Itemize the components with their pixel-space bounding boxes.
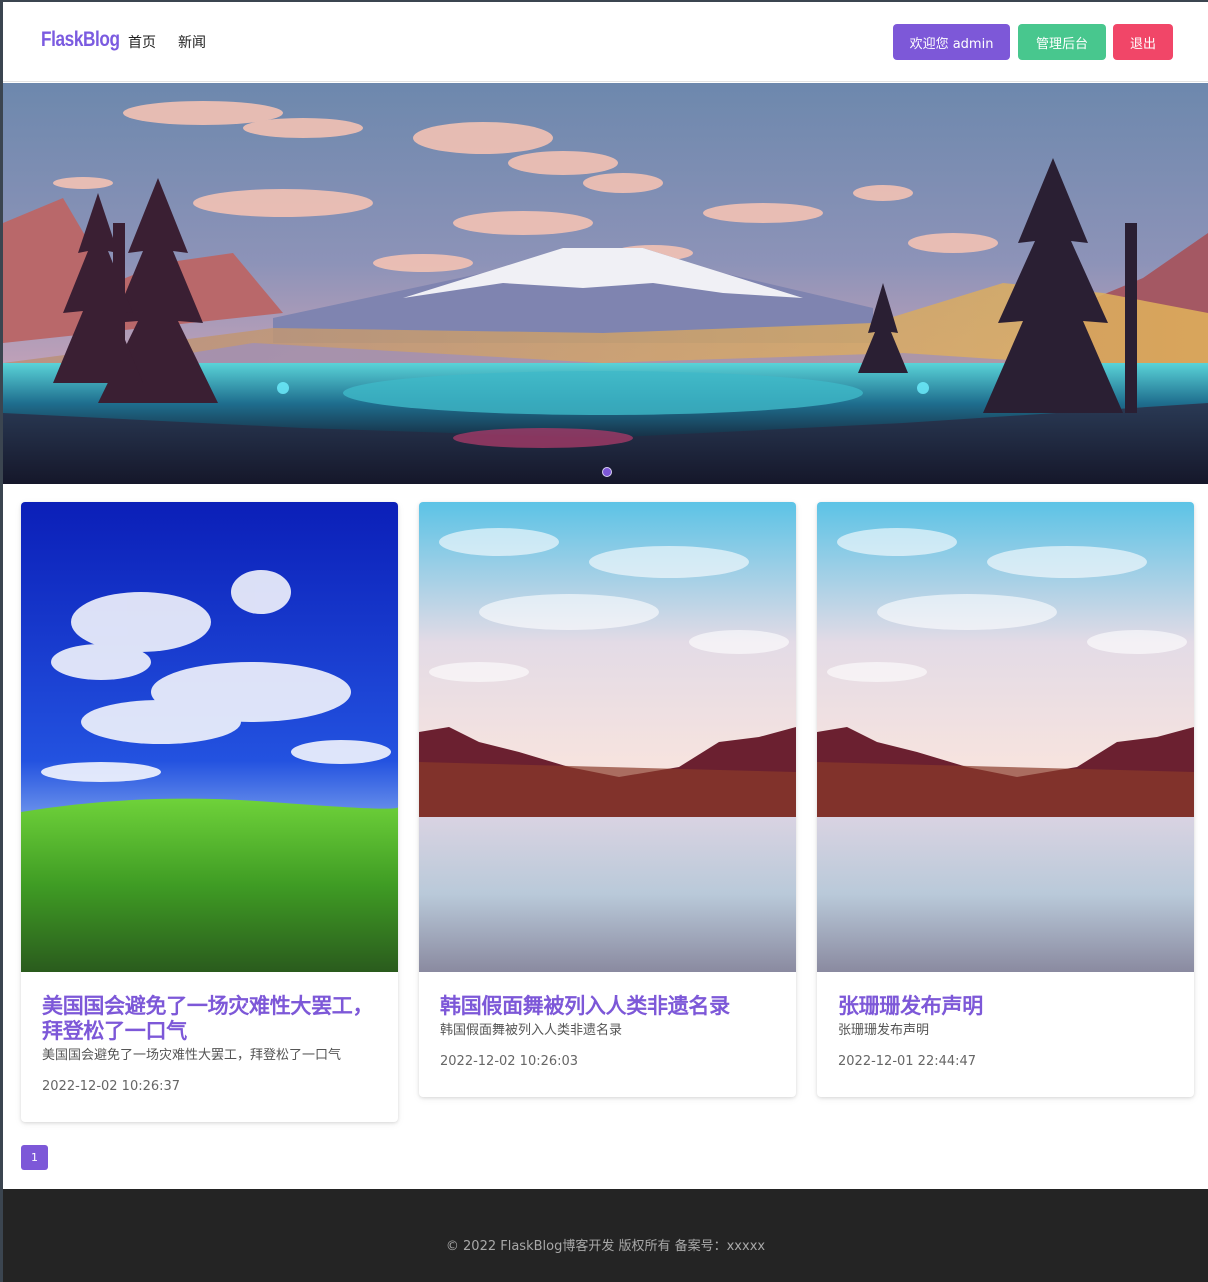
post-summary: 张珊珊发布声明 bbox=[838, 1023, 930, 1038]
admin-dashboard-button[interactable]: 管理后台 bbox=[1018, 24, 1106, 60]
brand-logo[interactable]: FlaskBlog bbox=[41, 28, 120, 52]
hero-carousel[interactable] bbox=[3, 83, 1208, 484]
nav-link-news[interactable]: 新闻 bbox=[178, 32, 206, 52]
post-thumbnail-image[interactable] bbox=[817, 502, 1194, 972]
nav-link-home[interactable]: 首页 bbox=[128, 32, 156, 52]
footer-copyright: © 2022 FlaskBlog博客开发 版权所有 备案号：xxxxx bbox=[445, 1239, 766, 1254]
logout-button[interactable]: 退出 bbox=[1113, 24, 1173, 60]
post-card-body: 美国国会避免了一场灾难性大罢工，拜登松了一口气 美国国会避免了一场灾难性大罢工，… bbox=[21, 972, 398, 1094]
welcome-user-button[interactable]: 欢迎您 admin bbox=[893, 24, 1010, 60]
carousel-indicator-dot[interactable] bbox=[602, 467, 612, 477]
post-thumbnail-image[interactable] bbox=[419, 502, 796, 972]
post-summary: 韩国假面舞被列入人类非遗名录 bbox=[440, 1023, 623, 1038]
pagination-page-button[interactable]: 1 bbox=[21, 1145, 48, 1170]
post-date: 2022-12-01 22:44:47 bbox=[838, 1054, 977, 1069]
post-title[interactable]: 张珊珊发布声明 bbox=[838, 994, 1173, 1019]
post-card-body: 张珊珊发布声明 张珊珊发布声明 2022-12-01 22:44:47 bbox=[817, 972, 1194, 1069]
post-title[interactable]: 美国国会避免了一场灾难性大罢工，拜登松了一口气 bbox=[42, 994, 377, 1044]
post-card-body: 韩国假面舞被列入人类非遗名录 韩国假面舞被列入人类非遗名录 2022-12-02… bbox=[419, 972, 796, 1069]
post-card[interactable]: 美国国会避免了一场灾难性大罢工，拜登松了一口气 美国国会避免了一场灾难性大罢工，… bbox=[21, 502, 398, 1122]
hero-landscape-image bbox=[3, 83, 1208, 484]
post-summary: 美国国会避免了一场灾难性大罢工，拜登松了一口气 bbox=[42, 1048, 342, 1063]
footer: © 2022 FlaskBlog博客开发 版权所有 备案号：xxxxx bbox=[3, 1189, 1208, 1282]
post-thumbnail-image[interactable] bbox=[21, 502, 398, 972]
post-title[interactable]: 韩国假面舞被列入人类非遗名录 bbox=[440, 994, 775, 1019]
post-card[interactable]: 张珊珊发布声明 张珊珊发布声明 2022-12-01 22:44:47 bbox=[817, 502, 1194, 1097]
post-date: 2022-12-02 10:26:37 bbox=[42, 1079, 181, 1094]
navbar: FlaskBlog 首页 新闻 欢迎您 admin 管理后台 退出 bbox=[3, 2, 1208, 82]
post-card[interactable]: 韩国假面舞被列入人类非遗名录 韩国假面舞被列入人类非遗名录 2022-12-02… bbox=[419, 502, 796, 1097]
post-date: 2022-12-02 10:26:03 bbox=[440, 1054, 579, 1069]
